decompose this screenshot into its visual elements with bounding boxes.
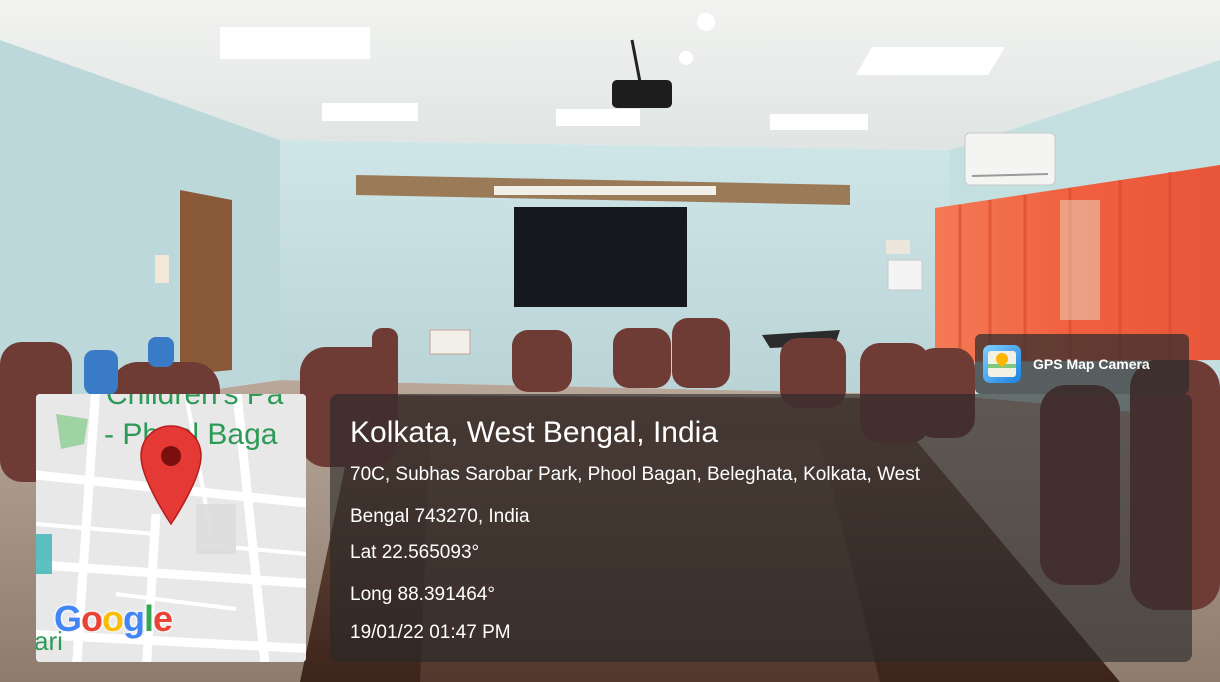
- longitude: Long 88.391464°: [350, 584, 495, 605]
- address-line-1: 70C, Subhas Sarobar Park, Phool Bagan, B…: [350, 464, 920, 485]
- google-letter: o: [81, 598, 103, 639]
- google-attribution: Google: [54, 598, 173, 640]
- location-info-panel: Kolkata, West Bengal, India 70C, Subhas …: [330, 394, 1192, 662]
- ceiling-light: [856, 47, 1005, 75]
- location-pin-icon: [140, 425, 202, 526]
- ceiling-light: [556, 109, 640, 126]
- ceiling-light: [322, 103, 418, 121]
- ceiling-light: [220, 27, 370, 59]
- app-watermark-label: GPS Map Camera: [1033, 356, 1150, 372]
- projector: [612, 80, 672, 108]
- downlight: [697, 13, 715, 31]
- wall-tv: [514, 207, 687, 307]
- photo-frame: Children's Pa - Phool Baga ari Google GP…: [0, 0, 1220, 682]
- app-watermark-badge: GPS Map Camera: [975, 334, 1189, 394]
- downlight: [679, 51, 693, 65]
- google-letter: g: [123, 598, 145, 639]
- air-conditioner: [964, 132, 1056, 186]
- google-letter: e: [153, 598, 173, 639]
- city-line: Kolkata, West Bengal, India: [350, 416, 718, 449]
- gps-map-camera-app-icon: [983, 345, 1021, 383]
- latitude: Lat 22.565093°: [350, 542, 480, 563]
- ceiling-light: [770, 114, 868, 130]
- google-letter: G: [54, 598, 82, 639]
- timestamp: 19/01/22 01:47 PM: [350, 622, 511, 643]
- google-letter: o: [102, 598, 124, 639]
- address-line-2: Bengal 743270, India: [350, 506, 530, 527]
- map-place-label: Children's Pa: [106, 394, 284, 411]
- mini-map[interactable]: Children's Pa - Phool Baga ari Google: [36, 394, 306, 662]
- door: [180, 190, 232, 375]
- switch-board: [429, 329, 471, 355]
- google-letter: l: [144, 598, 154, 639]
